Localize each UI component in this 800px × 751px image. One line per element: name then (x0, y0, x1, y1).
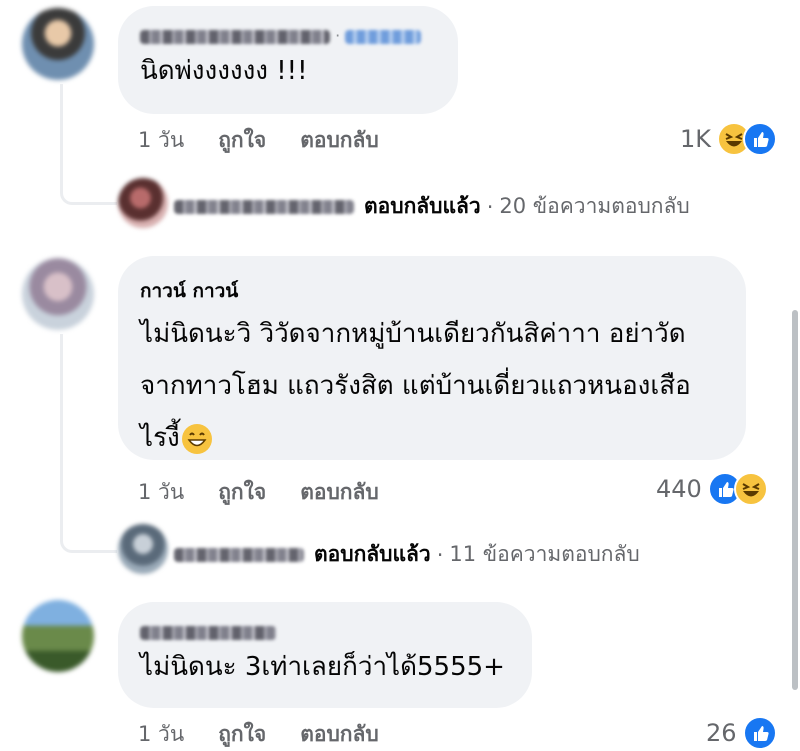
scrollbar[interactable] (792, 310, 798, 690)
comment-time[interactable]: 1 วัน (138, 476, 184, 509)
comment-text: นิดพ่งงงงงง !!! (140, 56, 308, 86)
comment-text-line: ไรงี้ (140, 412, 724, 464)
like-link[interactable]: ถูกใจ (218, 718, 266, 751)
reply-avatar[interactable] (118, 524, 168, 574)
replied-label: ตอบกลับแล้ว (314, 542, 431, 566)
comment-author-blurred[interactable]: · (140, 26, 436, 45)
comment-bubble: ไม่นิดนะ 3เท่าเลยก็ว่าได้5555+ (118, 602, 532, 708)
reaction-count: 1K (680, 125, 712, 153)
replies-count: 11 ข้อความตอบกลับ (449, 542, 640, 566)
comment-bubble: กาวน์ กาวน์ ไม่นิดนะวิ วิวัดจากหมู่บ้านเ… (118, 256, 746, 460)
reaction-summary[interactable]: 1K (680, 122, 778, 156)
comment-actions: 1 วัน ถูกใจ ตอบกลับ (138, 124, 413, 157)
view-replies-link[interactable]: ตอบกลับแล้ว · 20 ข้อความตอบกลับ (174, 190, 690, 223)
reply-link[interactable]: ตอบกลับ (300, 124, 379, 157)
like-link[interactable]: ถูกใจ (218, 124, 266, 157)
replies-count: 20 ข้อความตอบกลับ (499, 194, 690, 218)
grinning-emoji-icon (181, 423, 212, 454)
like-link[interactable]: ถูกใจ (218, 476, 266, 509)
comment-actions: 1 วัน ถูกใจ ตอบกลับ (138, 718, 413, 751)
reaction-count: 26 (706, 719, 737, 747)
reaction-summary[interactable]: 440 (656, 472, 768, 506)
comment-bubble: · นิดพ่งงงงงง !!! (118, 6, 458, 114)
comment-actions: 1 วัน ถูกใจ ตอบกลับ (138, 476, 413, 509)
reply-avatar[interactable] (118, 178, 168, 228)
comment-text-line: ไม่นิดนะวิ วิวัดจากหมู่บ้านเดียวกันสิค่า… (140, 319, 686, 349)
like-emoji-icon (743, 122, 778, 156)
replied-label: ตอบกลับแล้ว (364, 194, 481, 218)
reply-link[interactable]: ตอบกลับ (300, 476, 379, 509)
haha-emoji-icon (733, 472, 768, 506)
comment-author-blurred[interactable] (140, 622, 510, 641)
like-emoji-icon (742, 716, 777, 750)
comment-time[interactable]: 1 วัน (138, 124, 184, 157)
reply-link[interactable]: ตอบกลับ (300, 718, 379, 751)
comment-time[interactable]: 1 วัน (138, 718, 184, 751)
commenter-avatar[interactable] (22, 600, 94, 672)
comment-author[interactable]: กาวน์ กาวน์ (140, 276, 724, 306)
reaction-count: 440 (656, 475, 702, 503)
thread-line (60, 84, 117, 205)
comment-text-line: จากทาวโฮม แถวรังสิต แต่บ้านเดี่ยวแถวหนอง… (140, 371, 691, 401)
reaction-summary[interactable]: 26 (706, 716, 777, 750)
commenter-avatar[interactable] (22, 8, 94, 80)
commenter-avatar[interactable] (22, 258, 94, 330)
comment-text: ไม่นิดนะ 3เท่าเลยก็ว่าได้5555+ (140, 652, 505, 682)
view-replies-link[interactable]: ตอบกลับแล้ว · 11 ข้อความตอบกลับ (174, 538, 640, 571)
thread-line (60, 334, 117, 553)
